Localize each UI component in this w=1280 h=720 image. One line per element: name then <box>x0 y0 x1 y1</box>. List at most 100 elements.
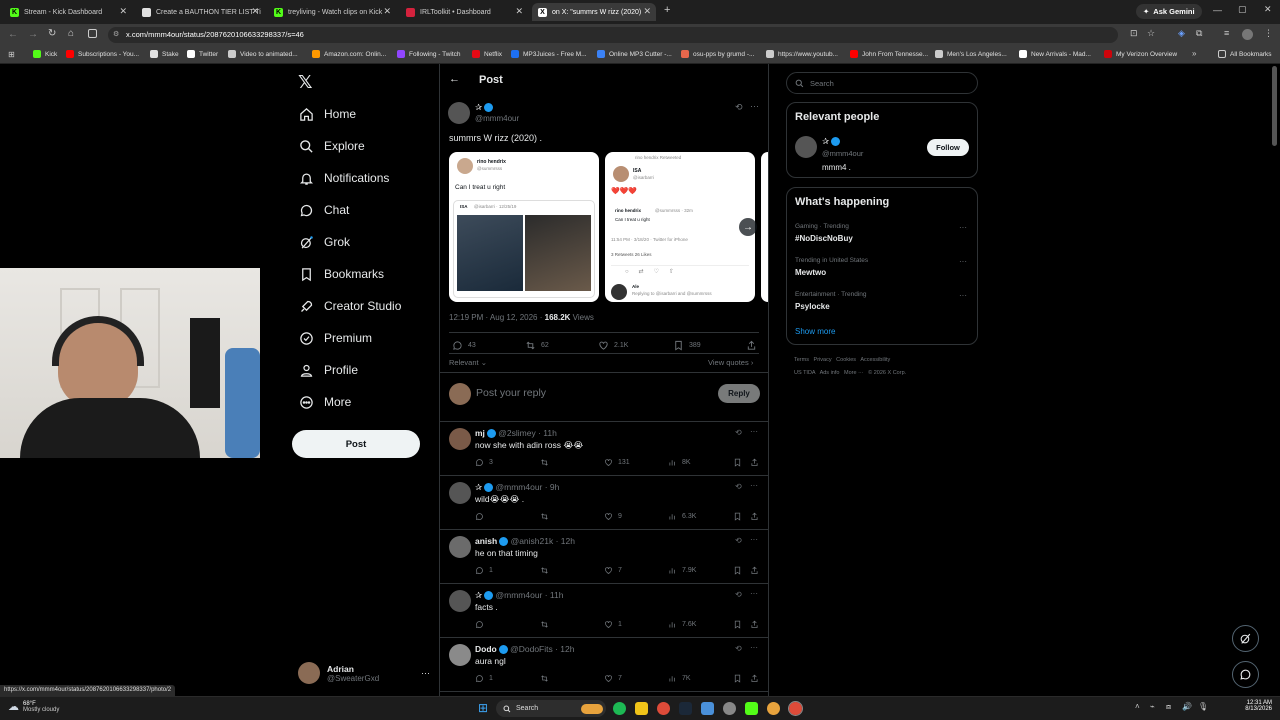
more-icon[interactable]: ⋮ <box>1264 28 1273 39</box>
post-image-1[interactable]: rino hendrix @summrsss Can I treat u rig… <box>449 152 599 302</box>
carousel-next-button[interactable]: → <box>739 218 757 236</box>
more-dots-icon[interactable]: ··· <box>959 291 967 300</box>
sort-dropdown[interactable]: Relevant ⌄ <box>449 358 487 367</box>
bookmark-item[interactable]: https://www.youtub... <box>766 50 838 58</box>
close-tab-icon[interactable]: ✕ <box>643 6 651 17</box>
weather-widget[interactable]: ☁ 68°F Mostly cloudy <box>8 700 59 714</box>
grok-analyze-icon[interactable]: ⟲ <box>735 482 742 491</box>
avatar[interactable] <box>449 644 471 666</box>
reply-action[interactable]: 43 <box>452 340 476 351</box>
apps-icon[interactable]: ⊞ <box>8 50 15 59</box>
chrome-profile-icon[interactable] <box>767 702 780 715</box>
nav-creator-studio[interactable]: Creator Studio <box>298 293 401 319</box>
reply-button[interactable]: Reply <box>718 384 760 403</box>
back-icon[interactable]: ← <box>8 29 18 40</box>
nav-premium[interactable]: Premium <box>298 325 372 351</box>
share-action[interactable] <box>750 512 764 521</box>
reply-action[interactable] <box>475 512 489 521</box>
views-action[interactable]: 8K <box>668 458 691 467</box>
repost-action[interactable]: 62 <box>525 340 549 351</box>
grok-analyze-icon[interactable]: ⟲ <box>735 590 742 599</box>
like-action[interactable]: 1 <box>604 620 622 629</box>
search-input[interactable]: Search <box>786 72 978 94</box>
more-dots-icon[interactable]: ··· <box>750 589 758 598</box>
bookmark-action[interactable]: 389 <box>673 340 701 351</box>
bookmark-action[interactable] <box>733 674 747 683</box>
reply-input[interactable]: Post your reply <box>476 387 546 399</box>
star-icon[interactable]: ☆ <box>1147 28 1155 39</box>
reply-item[interactable]: anish @anish21k · 12h ⟲ ··· he on that timi… <box>440 530 768 584</box>
nav-explore[interactable]: Explore <box>298 133 365 159</box>
show-more-link[interactable]: Show more <box>795 327 835 336</box>
author-handle[interactable]: @mmm4our <box>475 114 519 123</box>
bookmark-item[interactable]: osu-pps by grumd -... <box>681 50 754 58</box>
grok-floating-button[interactable] <box>1232 625 1259 652</box>
kick-icon[interactable] <box>745 702 758 715</box>
more-dots-icon[interactable]: ··· <box>959 223 967 232</box>
share-action[interactable] <box>750 566 764 575</box>
close-tab-icon[interactable]: ✕ <box>119 6 127 17</box>
share-action[interactable] <box>746 340 762 351</box>
view-quotes-link[interactable]: View quotes › <box>708 358 753 367</box>
reply-item[interactable]: ✰ @mmm4our · 9h ⟲ ··· wild😭😭😭 . 9 6.3K <box>440 476 768 530</box>
ask-gemini-button[interactable]: ✦ Ask Gemini <box>1136 4 1202 19</box>
forward-icon[interactable]: → <box>28 29 38 40</box>
bookmark-item[interactable]: Subscriptions - You... <box>66 50 139 58</box>
views-action[interactable]: 6.3K <box>668 512 696 521</box>
share-action[interactable] <box>750 620 764 629</box>
volume-icon[interactable]: 🔊 <box>1182 702 1192 711</box>
profile-avatar[interactable] <box>1242 29 1253 40</box>
back-arrow-icon[interactable]: ← <box>449 73 460 85</box>
grok-analyze-icon[interactable]: ⟲ <box>735 428 742 437</box>
nav-home[interactable]: Home <box>298 101 356 127</box>
close-tab-icon[interactable]: ✕ <box>251 6 259 17</box>
browser-tab-active[interactable]: Xon X: "summrs W rizz (2020) ✕ <box>532 3 656 21</box>
tray-icon[interactable]: ⌁ <box>1150 702 1155 711</box>
bookmark-item[interactable]: Netflix <box>472 50 502 58</box>
extension-icon[interactable]: ◈ <box>1178 28 1185 39</box>
like-action[interactable]: 2.1K <box>598 340 628 351</box>
photos-icon[interactable] <box>701 702 714 715</box>
footer-links[interactable]: Terms Privacy Cookies Accessibility <box>794 357 890 363</box>
post-button[interactable]: Post <box>292 430 420 458</box>
bookmark-action[interactable] <box>733 566 747 575</box>
mic-icon[interactable]: 🎙 <box>1198 702 1208 711</box>
extensions-icon[interactable]: ⧉ <box>1196 28 1202 39</box>
more-dots-icon[interactable]: ··· <box>959 257 967 266</box>
bookmark-action[interactable] <box>733 512 747 521</box>
address-bar[interactable]: ⚙ x.com/mmm4our/status/20876201066332983… <box>108 27 1118 43</box>
trend-item[interactable]: Entertainment · Trending Psylocke ··· <box>787 289 977 319</box>
app-icon[interactable] <box>723 702 736 715</box>
like-action[interactable]: 9 <box>604 512 622 521</box>
reply-action[interactable]: 3 <box>475 458 493 467</box>
reload-icon[interactable]: ↻ <box>48 28 56 39</box>
nav-chat[interactable]: Chat <box>298 197 349 223</box>
reply-item[interactable]: ✰ @mmm4our · 11h ⟲ ··· facts . 1 7.6K <box>440 584 768 638</box>
bookmark-action[interactable] <box>733 458 747 467</box>
bookmark-item[interactable]: Twitter <box>187 50 218 58</box>
scrollbar-thumb[interactable] <box>1272 66 1277 146</box>
bookmark-item[interactable]: Video to animated... <box>228 50 298 58</box>
nav-notifications[interactable]: Notifications <box>298 165 389 191</box>
menu-icon[interactable]: ≡ <box>1224 28 1229 38</box>
views-action[interactable]: 7.9K <box>668 566 696 575</box>
avatar[interactable] <box>449 536 471 558</box>
reply-item[interactable]: mj @2slimey · 11h ⟲ ··· now she with adin r… <box>440 422 768 476</box>
footer-links[interactable]: US TIDA Ads info More ··· © 2026 X Corp. <box>794 370 906 376</box>
views-action[interactable]: 7.6K <box>668 620 696 629</box>
more-bookmarks-icon[interactable]: » <box>1192 49 1196 58</box>
reply-item[interactable]: Dodo @DodoFits · 12h ⟲ ··· aura ngl 1 7 7K <box>440 638 768 692</box>
repost-action[interactable] <box>540 458 554 467</box>
bookmark-item[interactable]: John From Tennesse... <box>850 50 928 58</box>
nav-profile[interactable]: Profile <box>298 357 358 383</box>
nav-more[interactable]: More <box>298 389 351 415</box>
maximize-button[interactable]: ▢ <box>1238 4 1247 15</box>
trend-item[interactable]: Trending in United States Mewtwo ··· <box>787 255 977 285</box>
network-icon[interactable]: ⧈ <box>1166 702 1171 712</box>
nav-bookmarks[interactable]: Bookmarks <box>298 261 384 287</box>
chrome-active-icon[interactable] <box>788 701 803 716</box>
share-action[interactable] <box>750 674 764 683</box>
bookmark-item[interactable]: MP3Juices - Free M... <box>511 50 587 58</box>
clock[interactable]: 12:31 AM 8/13/2026 <box>1238 700 1272 712</box>
author-name[interactable]: ✰ <box>475 102 494 113</box>
